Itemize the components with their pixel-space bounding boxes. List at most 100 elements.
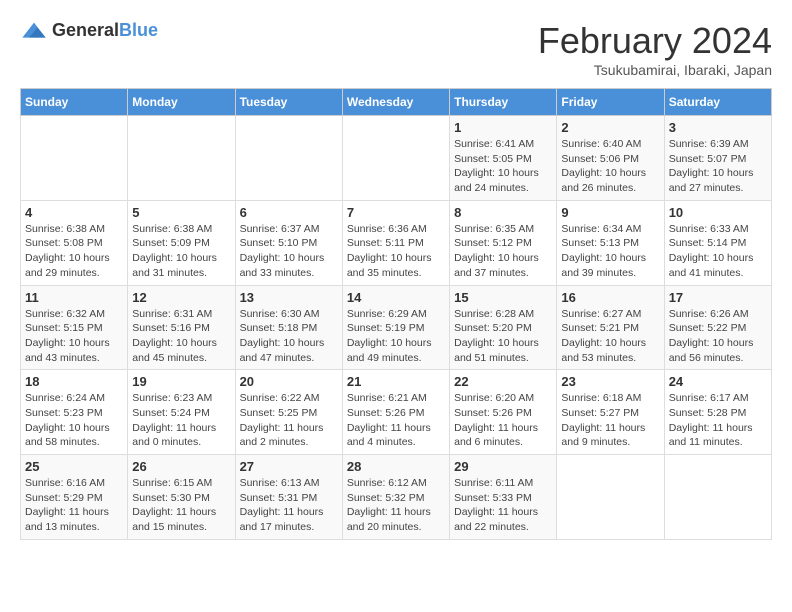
weekday-header-sunday: Sunday [21, 89, 128, 116]
day-number: 28 [347, 459, 445, 474]
title-area: February 2024 Tsukubamirai, Ibaraki, Jap… [538, 20, 772, 78]
calendar-cell: 20Sunrise: 6:22 AMSunset: 5:25 PMDayligh… [235, 370, 342, 455]
calendar-week-5: 25 Sunrise: 6:16 AMSunset: 5:29 PMDayligh… [21, 455, 772, 540]
weekday-header-wednesday: Wednesday [342, 89, 449, 116]
calendar-week-2: 4 Sunrise: 6:38 AMSunset: 5:08 PMDaylight… [21, 200, 772, 285]
day-number: 25 [25, 459, 123, 474]
calendar-cell [557, 455, 664, 540]
calendar-cell [128, 116, 235, 201]
day-info: Sunrise: 6:38 AMSunset: 5:09 PMDaylight:… [132, 222, 230, 281]
calendar-cell: 28 Sunrise: 6:12 AMSunset: 5:32 PMDayligh… [342, 455, 449, 540]
calendar-week-4: 18 Sunrise: 6:24 AMSunset: 5:23 PMDayligh… [21, 370, 772, 455]
day-info: Sunrise: 6:31 AMSunset: 5:16 PMDaylight:… [132, 307, 230, 366]
weekday-header-monday: Monday [128, 89, 235, 116]
day-info: Sunrise: 6:15 AMSunset: 5:30 PMDaylight:… [132, 476, 230, 535]
calendar-cell: 11 Sunrise: 6:32 AMSunset: 5:15 PMDayligh… [21, 285, 128, 370]
calendar-cell: 12 Sunrise: 6:31 AMSunset: 5:16 PMDayligh… [128, 285, 235, 370]
calendar-cell: 16 Sunrise: 6:27 AMSunset: 5:21 PMDayligh… [557, 285, 664, 370]
day-number: 8 [454, 205, 552, 220]
calendar-cell [342, 116, 449, 201]
month-year-title: February 2024 [538, 20, 772, 62]
day-number: 18 [25, 374, 123, 389]
day-info: Sunrise: 6:20 AMSunset: 5:26 PMDaylight:… [454, 391, 552, 450]
day-info: Sunrise: 6:38 AMSunset: 5:08 PMDaylight:… [25, 222, 123, 281]
day-number: 5 [132, 205, 230, 220]
day-number: 20 [240, 374, 338, 389]
calendar-cell: 6Sunrise: 6:37 AMSunset: 5:10 PMDaylight… [235, 200, 342, 285]
day-info: Sunrise: 6:40 AMSunset: 5:06 PMDaylight:… [561, 137, 659, 196]
day-info: Sunrise: 6:26 AMSunset: 5:22 PMDaylight:… [669, 307, 767, 366]
day-info: Sunrise: 6:33 AMSunset: 5:14 PMDaylight:… [669, 222, 767, 281]
day-number: 13 [240, 290, 338, 305]
day-number: 9 [561, 205, 659, 220]
day-info: Sunrise: 6:18 AMSunset: 5:27 PMDaylight:… [561, 391, 659, 450]
day-info: Sunrise: 6:36 AMSunset: 5:11 PMDaylight:… [347, 222, 445, 281]
day-number: 10 [669, 205, 767, 220]
day-number: 15 [454, 290, 552, 305]
logo-blue-text: Blue [119, 20, 158, 40]
day-number: 7 [347, 205, 445, 220]
weekday-header-tuesday: Tuesday [235, 89, 342, 116]
calendar-cell: 21Sunrise: 6:21 AMSunset: 5:26 PMDayligh… [342, 370, 449, 455]
day-number: 14 [347, 290, 445, 305]
day-info: Sunrise: 6:17 AMSunset: 5:28 PMDaylight:… [669, 391, 767, 450]
day-number: 11 [25, 290, 123, 305]
day-number: 22 [454, 374, 552, 389]
calendar-cell: 14 Sunrise: 6:29 AMSunset: 5:19 PMDayligh… [342, 285, 449, 370]
day-info: Sunrise: 6:24 AMSunset: 5:23 PMDaylight:… [25, 391, 123, 450]
day-info: Sunrise: 6:37 AMSunset: 5:10 PMDaylight:… [240, 222, 338, 281]
calendar-cell [21, 116, 128, 201]
calendar-cell: 29 Sunrise: 6:11 AMSunset: 5:33 PMDayligh… [450, 455, 557, 540]
weekday-header-thursday: Thursday [450, 89, 557, 116]
calendar-cell: 24Sunrise: 6:17 AMSunset: 5:28 PMDayligh… [664, 370, 771, 455]
day-info: Sunrise: 6:16 AMSunset: 5:29 PMDaylight:… [25, 476, 123, 535]
day-number: 26 [132, 459, 230, 474]
day-number: 23 [561, 374, 659, 389]
day-number: 1 [454, 120, 552, 135]
calendar-cell: 22 Sunrise: 6:20 AMSunset: 5:26 PMDayligh… [450, 370, 557, 455]
day-info: Sunrise: 6:35 AMSunset: 5:12 PMDaylight:… [454, 222, 552, 281]
calendar-cell: 10 Sunrise: 6:33 AMSunset: 5:14 PMDayligh… [664, 200, 771, 285]
calendar-cell: 13Sunrise: 6:30 AMSunset: 5:18 PMDayligh… [235, 285, 342, 370]
day-info: Sunrise: 6:13 AMSunset: 5:31 PMDaylight:… [240, 476, 338, 535]
day-number: 29 [454, 459, 552, 474]
day-info: Sunrise: 6:32 AMSunset: 5:15 PMDaylight:… [25, 307, 123, 366]
calendar-cell: 8 Sunrise: 6:35 AMSunset: 5:12 PMDaylight… [450, 200, 557, 285]
calendar-cell: 4 Sunrise: 6:38 AMSunset: 5:08 PMDaylight… [21, 200, 128, 285]
calendar-cell: 9Sunrise: 6:34 AMSunset: 5:13 PMDaylight… [557, 200, 664, 285]
day-number: 4 [25, 205, 123, 220]
calendar-week-1: 1 Sunrise: 6:41 AMSunset: 5:05 PMDaylight… [21, 116, 772, 201]
page-header: GeneralBlue February 2024 Tsukubamirai, … [20, 20, 772, 78]
day-info: Sunrise: 6:11 AMSunset: 5:33 PMDaylight:… [454, 476, 552, 535]
day-info: Sunrise: 6:29 AMSunset: 5:19 PMDaylight:… [347, 307, 445, 366]
calendar-table: SundayMondayTuesdayWednesdayThursdayFrid… [20, 88, 772, 540]
weekday-header-friday: Friday [557, 89, 664, 116]
location-subtitle: Tsukubamirai, Ibaraki, Japan [538, 62, 772, 78]
calendar-cell: 5 Sunrise: 6:38 AMSunset: 5:09 PMDaylight… [128, 200, 235, 285]
calendar-cell [664, 455, 771, 540]
day-number: 27 [240, 459, 338, 474]
calendar-cell: 1 Sunrise: 6:41 AMSunset: 5:05 PMDaylight… [450, 116, 557, 201]
day-number: 21 [347, 374, 445, 389]
logo: GeneralBlue [20, 20, 158, 41]
calendar-week-3: 11 Sunrise: 6:32 AMSunset: 5:15 PMDayligh… [21, 285, 772, 370]
logo-icon [20, 21, 48, 41]
day-info: Sunrise: 6:12 AMSunset: 5:32 PMDaylight:… [347, 476, 445, 535]
day-number: 16 [561, 290, 659, 305]
day-info: Sunrise: 6:41 AMSunset: 5:05 PMDaylight:… [454, 137, 552, 196]
day-number: 19 [132, 374, 230, 389]
calendar-cell: 3Sunrise: 6:39 AMSunset: 5:07 PMDaylight… [664, 116, 771, 201]
day-number: 17 [669, 290, 767, 305]
calendar-cell: 19 Sunrise: 6:23 AMSunset: 5:24 PMDayligh… [128, 370, 235, 455]
day-info: Sunrise: 6:23 AMSunset: 5:24 PMDaylight:… [132, 391, 230, 450]
day-info: Sunrise: 6:27 AMSunset: 5:21 PMDaylight:… [561, 307, 659, 366]
day-number: 12 [132, 290, 230, 305]
calendar-cell: 27 Sunrise: 6:13 AMSunset: 5:31 PMDayligh… [235, 455, 342, 540]
calendar-cell: 15Sunrise: 6:28 AMSunset: 5:20 PMDayligh… [450, 285, 557, 370]
calendar-cell: 2Sunrise: 6:40 AMSunset: 5:06 PMDaylight… [557, 116, 664, 201]
calendar-cell: 25 Sunrise: 6:16 AMSunset: 5:29 PMDayligh… [21, 455, 128, 540]
calendar-cell: 26 Sunrise: 6:15 AMSunset: 5:30 PMDayligh… [128, 455, 235, 540]
day-info: Sunrise: 6:39 AMSunset: 5:07 PMDaylight:… [669, 137, 767, 196]
weekday-header-row: SundayMondayTuesdayWednesdayThursdayFrid… [21, 89, 772, 116]
logo-general-text: General [52, 20, 119, 40]
